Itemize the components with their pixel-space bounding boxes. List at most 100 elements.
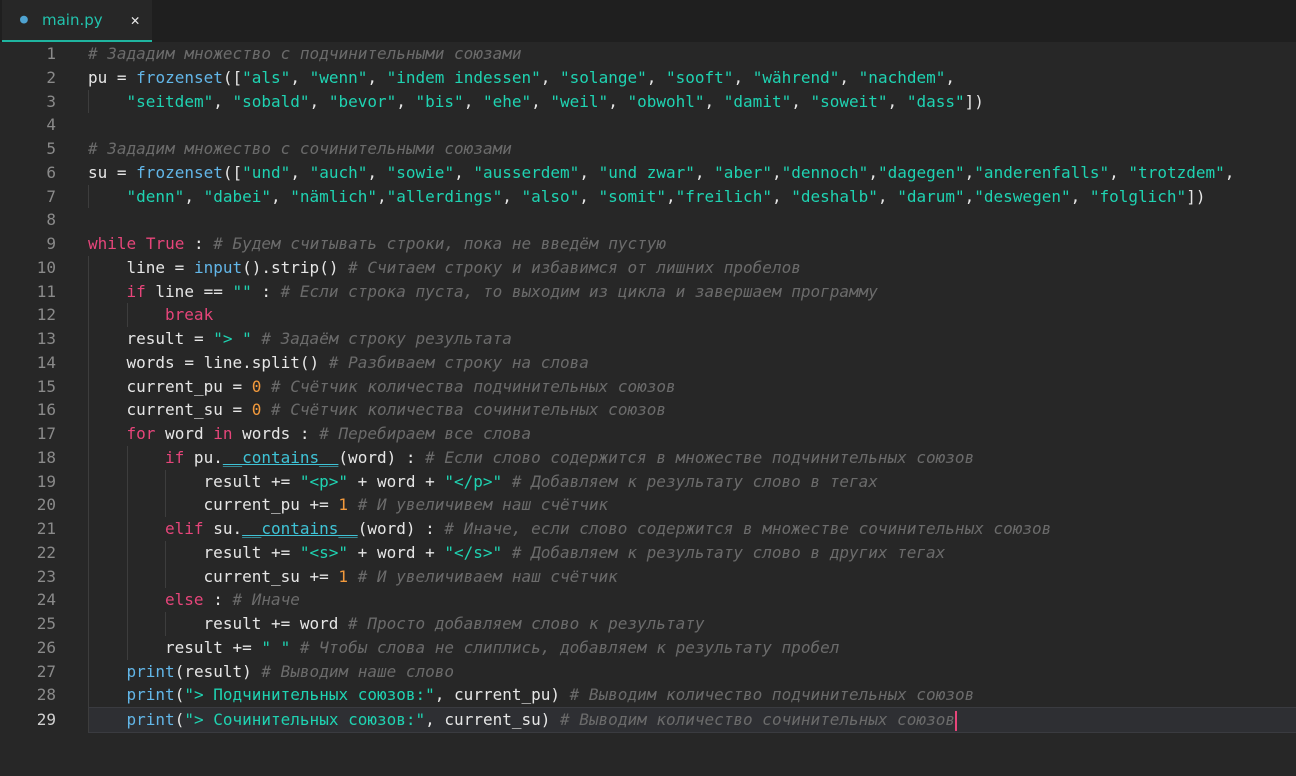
code-text: su. [203, 519, 243, 538]
code-text: , [665, 186, 676, 206]
code-text: , [531, 91, 551, 111]
code-line[interactable]: 23 current_su += 1 # И увеличиваем наш сч… [0, 564, 1296, 589]
code-editor[interactable]: 1 # Зададим множество с подчинительными с… [0, 42, 1296, 776]
code-comment: # И увеличивем наш счётчик [357, 495, 609, 515]
line-number: 23 [36, 566, 56, 586]
code-line[interactable]: 27 print(result) # Выводим наше слово [0, 659, 1296, 684]
code-keyword: True [145, 234, 185, 253]
code-text: , current_pu) [434, 685, 570, 705]
code-line[interactable]: 21 elif su.__contains__(word) : # Иначе, … [0, 517, 1296, 541]
code-content: break [88, 303, 213, 327]
code-content: current_su = 0 # Счётчик количества сочи… [88, 398, 666, 422]
code-text: ([ [222, 67, 243, 87]
code-string: "</p>" [444, 471, 503, 491]
code-line[interactable]: 2 pu = frozenset(["als", "wenn", "indem i… [0, 66, 1296, 90]
code-content: while True : # Будем считывать строки, п… [88, 232, 666, 256]
code-line[interactable]: 10 line = input().strip() # Считаем строк… [0, 255, 1296, 280]
code-line[interactable]: 22 result += "<s>" + word + "</s>" # Доба… [0, 540, 1296, 565]
line-number: 10 [36, 257, 56, 277]
code-text: , [309, 91, 329, 111]
line-number: 3 [46, 91, 56, 111]
code-line[interactable]: 18 if pu.__contains__(word) : # Если слов… [0, 445, 1296, 470]
code-line[interactable]: 19 result += "<p>" + word + "</p>" # Доба… [0, 469, 1296, 494]
code-text: , [791, 91, 811, 111]
code-text: : [251, 281, 281, 301]
code-text: , [608, 91, 628, 111]
code-string: "auch" [309, 162, 368, 182]
code-line[interactable]: 26 result += " " # Чтобы слова не слиплис… [0, 635, 1296, 660]
code-line[interactable]: 25 result += word # Просто добавляем слов… [0, 612, 1296, 636]
code-number: 1 [338, 566, 349, 586]
code-comment: # И увеличиваем наш счётчик [357, 566, 618, 586]
code-string: "anderenfalls" [974, 162, 1110, 182]
code-text: current_su += [203, 566, 339, 586]
code-text: words : [232, 424, 320, 443]
code-builtin: print [126, 661, 175, 681]
code-comment: # Задаём строку результата [261, 329, 512, 348]
code-line[interactable]: 15 current_pu = 0 # Счётчик количества по… [0, 374, 1296, 399]
code-string: "weil" [550, 91, 609, 111]
code-content: # Зададим множество с подчинительными со… [88, 42, 521, 66]
code-line[interactable]: 20 current_pu += 1 # И увеличивем наш счё… [0, 493, 1296, 517]
code-text: , [213, 91, 233, 111]
code-text: (word) : [338, 447, 426, 467]
code-string: "dabei" [203, 186, 272, 206]
code-comment: # Чтобы слова не слиплись, добавляем к р… [299, 637, 840, 657]
code-content: result += "<p>" + word + "</p>" # Добавл… [88, 470, 878, 494]
code-string: "und" [242, 162, 291, 182]
code-line[interactable]: 28 print("> Подчинительных союзов:", curr… [0, 683, 1296, 707]
code-string: "deshalb" [791, 186, 878, 206]
code-text: result += [203, 471, 300, 491]
code-line[interactable]: 14 words = line.split() # Разбиваем строк… [0, 350, 1296, 375]
code-content: current_pu = 0 # Счётчик количества подч… [88, 375, 676, 399]
line-number: 4 [46, 115, 56, 135]
code-line[interactable]: 29 print("> Сочинительных союзов:", curre… [37, 707, 1296, 733]
code-text: pu = [88, 67, 137, 87]
code-comment: # Считаем строку и избавимся от лишних п… [348, 257, 801, 277]
tab-main-py[interactable]: ● main.py ✕ [2, 0, 152, 42]
code-line[interactable]: 3 "seitdem", "sobald", "bevor", "bis", "e… [0, 89, 1296, 114]
code-line[interactable]: 24 else : # Иначе [0, 588, 1296, 612]
code-comment: # Иначе, если слово содержится в множест… [444, 519, 1052, 538]
code-content: if pu.__contains__(word) : # Если слово … [88, 446, 974, 470]
code-string: "solange" [560, 67, 647, 87]
code-text: , [771, 162, 782, 182]
close-tab-icon[interactable]: ✕ [131, 11, 140, 29]
code-text: , [290, 67, 310, 87]
code-string: "<s>" [299, 542, 349, 562]
code-string: "deswegen" [974, 186, 1071, 206]
code-line[interactable]: 16 current_su = 0 # Счётчик количества со… [0, 398, 1296, 422]
code-comment: # Счётчик количества подчинительных союз… [271, 376, 676, 396]
code-string: "trotzdem" [1128, 162, 1225, 182]
code-comment: # Добавляем к результату слово в тегах [511, 471, 878, 491]
code-line[interactable]: 6 su = frozenset(["und", "auch", "sowie",… [0, 161, 1296, 185]
code-string: "bis" [415, 91, 464, 111]
code-text: , [771, 186, 792, 206]
code-line[interactable]: 7 "denn", "dabei", "nämlich","allerdings"… [0, 184, 1296, 209]
code-text: , [868, 162, 878, 182]
code-line[interactable]: 4 [0, 113, 1296, 137]
code-keyword: break [165, 305, 214, 325]
code-line[interactable]: 11 if line == "" : # Если строка пуста, т… [0, 279, 1296, 304]
code-line[interactable]: 13 result = "> " # Задаём строку результа… [0, 327, 1296, 351]
code-content: print("> Подчинительных союзов:", curren… [88, 683, 975, 707]
code-keyword: while [88, 234, 137, 253]
code-line[interactable]: 12 break [0, 303, 1296, 327]
code-comment: # Просто добавляем слово к результату [348, 614, 705, 633]
code-string: "ehe" [482, 91, 532, 111]
code-line[interactable]: 1 # Зададим множество с подчинительными с… [0, 42, 1296, 66]
code-line[interactable]: 17 for word in words : # Перебираем все с… [0, 422, 1296, 446]
code-line[interactable]: 5 # Зададим множество с сочинительными со… [0, 137, 1296, 161]
code-text: , [454, 162, 474, 182]
code-line[interactable]: 8 [0, 208, 1296, 232]
code-keyword: if [165, 447, 185, 467]
line-number: 5 [46, 139, 56, 158]
code-content: words = line.split() # Разбиваем строку … [88, 351, 589, 375]
code-text: : [203, 590, 233, 610]
code-text: word [155, 424, 214, 443]
code-line[interactable]: 9 while True : # Будем считывать строки, … [0, 232, 1296, 256]
code-string: "<p>" [299, 471, 349, 491]
